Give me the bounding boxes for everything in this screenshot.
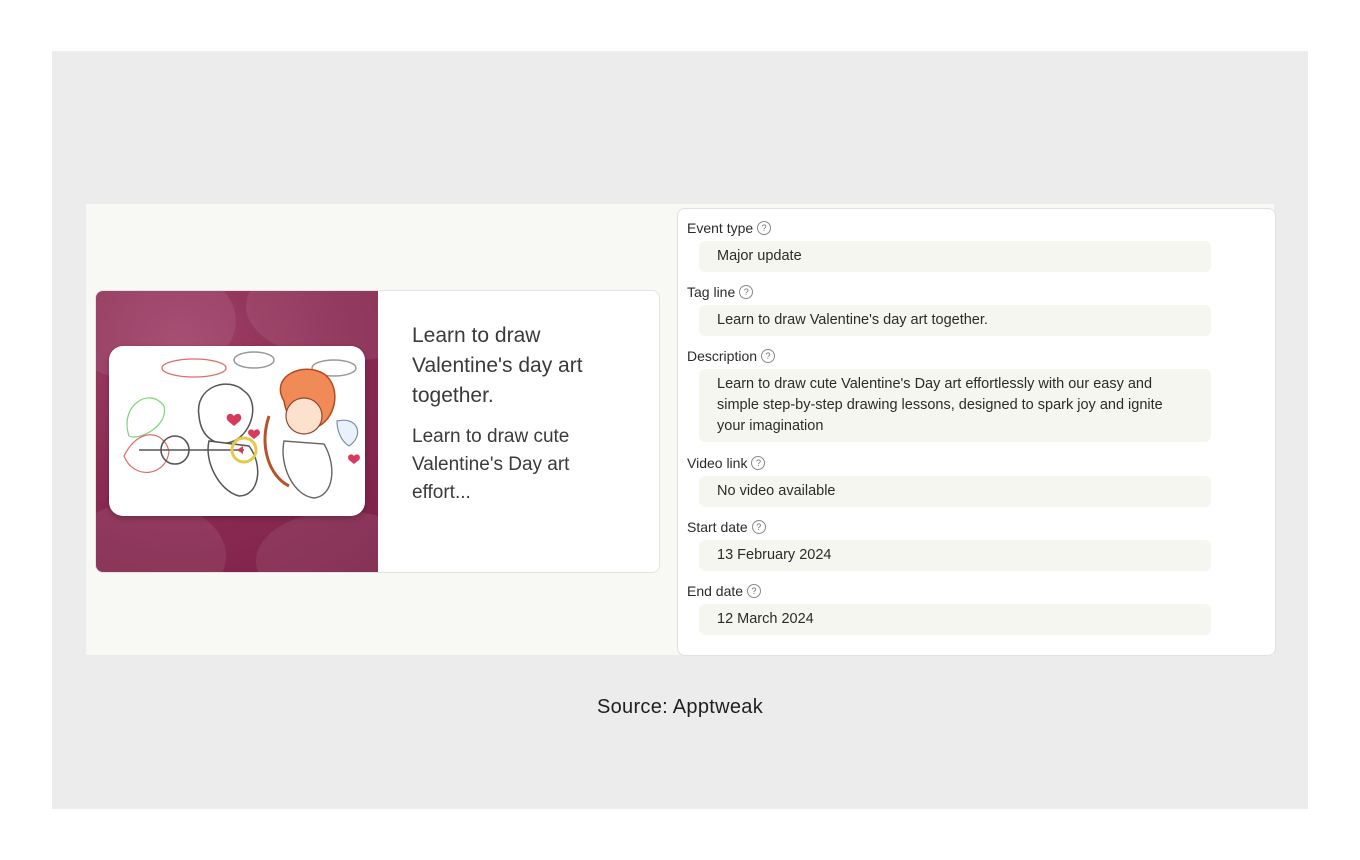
description-value: Learn to draw cute Valentine's Day art e…: [699, 369, 1211, 442]
help-icon[interactable]: ?: [751, 456, 766, 470]
field-label: Event type: [687, 220, 754, 236]
field-event-type: Event type? Major update: [687, 218, 1211, 272]
event-card-preview[interactable]: Learn to draw Valentine's day art togeth…: [95, 290, 660, 573]
help-icon[interactable]: ?: [757, 221, 772, 235]
field-tag-line: Tag line? Learn to draw Valentine's day …: [687, 282, 1211, 336]
event-card-description: Learn to draw cute Valentine's Day art e…: [412, 426, 570, 503]
help-icon[interactable]: ?: [761, 349, 776, 363]
event-card-text: Learn to draw Valentine's day art togeth…: [412, 321, 632, 507]
field-video-link: Video link? No video available: [687, 453, 1211, 507]
field-end-date: End date? 12 March 2024: [687, 581, 1211, 635]
end-date-value: 12 March 2024: [699, 604, 1211, 635]
event-card-title: Learn to draw Valentine's day art togeth…: [412, 324, 583, 407]
field-label: Tag line: [687, 284, 736, 300]
cupid-illustration: [109, 346, 365, 516]
help-icon[interactable]: ?: [747, 584, 762, 598]
field-description: Description? Learn to draw cute Valentin…: [687, 346, 1211, 442]
source-caption: Source: Apptweak: [596, 696, 763, 718]
help-icon[interactable]: ?: [751, 520, 766, 534]
tag-line-value: Learn to draw Valentine's day art togeth…: [699, 305, 1211, 336]
video-link-value: No video available: [699, 476, 1211, 507]
start-date-value: 13 February 2024: [699, 540, 1211, 571]
field-start-date: Start date? 13 February 2024: [687, 517, 1211, 571]
field-label: Video link: [687, 455, 748, 471]
field-label: Start date: [687, 519, 748, 535]
field-label: End date: [687, 583, 744, 599]
event-card-image: [96, 291, 378, 572]
help-icon[interactable]: ?: [739, 285, 754, 299]
field-label: Description: [687, 348, 758, 364]
event-type-value: Major update: [699, 241, 1211, 272]
event-details-form: Event type? Major update Tag line? Learn…: [677, 208, 1276, 656]
